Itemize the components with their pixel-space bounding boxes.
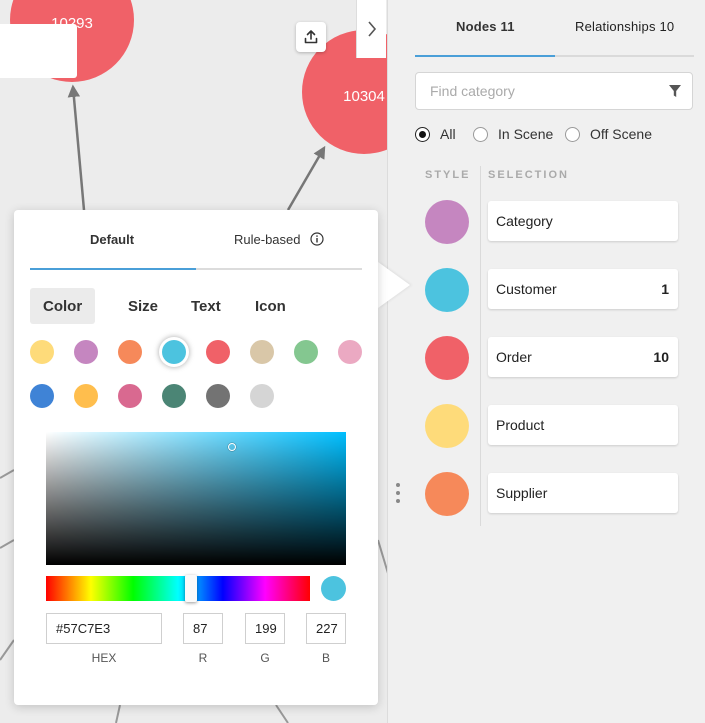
tab-rule-based[interactable]: Rule-based <box>234 232 324 247</box>
tab-label: Rule-based <box>234 232 301 247</box>
node-label: 10304 <box>343 88 385 105</box>
graph-edge[interactable] <box>275 704 289 723</box>
tab-size[interactable]: Size <box>115 288 171 324</box>
popover-arrow <box>378 262 410 308</box>
radio-checked-icon <box>415 126 430 142</box>
upload-icon <box>304 30 318 44</box>
blue-label: B <box>321 651 330 665</box>
radio-label: All <box>440 126 456 142</box>
active-tab-indicator <box>30 268 196 270</box>
export-button[interactable] <box>296 22 326 52</box>
filter-icon[interactable] <box>668 84 682 98</box>
panel-tabs: Nodes 11 Relationships 10 <box>415 0 694 57</box>
graph-edge[interactable] <box>115 704 121 723</box>
category-color-swatch[interactable] <box>425 472 469 516</box>
category-count: 10 <box>653 349 669 365</box>
saturation-value-picker[interactable] <box>46 432 346 565</box>
category-name: Category <box>496 213 553 229</box>
color-swatch[interactable] <box>338 340 362 364</box>
hex-label: HEX <box>91 651 117 665</box>
color-swatch[interactable] <box>294 340 318 364</box>
category-row: Category <box>388 200 705 244</box>
color-swatch[interactable] <box>250 340 274 364</box>
style-mode-tabs: Default Rule-based <box>30 210 362 270</box>
category-name: Order <box>496 349 532 365</box>
picker-cursor[interactable] <box>228 442 236 451</box>
graph-edge[interactable] <box>286 145 326 211</box>
panel-resize-handle[interactable] <box>396 483 402 507</box>
red-label: R <box>198 651 208 665</box>
category-count: 1 <box>661 281 669 297</box>
red-input[interactable] <box>183 613 223 644</box>
category-name: Supplier <box>496 485 548 501</box>
category-color-swatch[interactable] <box>425 404 469 448</box>
category-search <box>415 72 693 110</box>
color-swatch[interactable] <box>118 384 142 408</box>
color-swatch[interactable] <box>30 384 54 408</box>
graph-edge[interactable] <box>0 539 15 549</box>
radio-in-scene[interactable]: In Scene <box>473 126 553 142</box>
color-swatch[interactable] <box>250 384 274 408</box>
search-input[interactable] <box>416 73 656 109</box>
category-name: Product <box>496 417 545 433</box>
category-item[interactable]: Category <box>488 201 678 241</box>
category-row: Order 10 <box>388 336 705 380</box>
category-item[interactable]: Product <box>488 405 678 445</box>
color-swatch[interactable] <box>162 340 186 364</box>
green-input[interactable] <box>245 613 285 644</box>
tab-icon[interactable]: Icon <box>242 288 299 324</box>
category-panel: Nodes 11 Relationships 10 All In Scene O… <box>387 0 705 723</box>
color-swatch[interactable] <box>162 384 186 408</box>
radio-label: Off Scene <box>590 126 653 142</box>
hue-slider[interactable] <box>46 575 310 602</box>
color-swatch[interactable] <box>118 340 142 364</box>
radio-all[interactable]: All <box>415 126 456 142</box>
tab-text[interactable]: Text <box>178 288 234 324</box>
category-color-swatch[interactable] <box>425 268 469 312</box>
category-row: Supplier <box>388 472 705 516</box>
picker-black-gradient <box>46 432 346 565</box>
blue-input[interactable] <box>306 613 346 644</box>
category-row: Customer 1 <box>388 268 705 312</box>
color-swatch[interactable] <box>206 340 230 364</box>
hex-input[interactable] <box>46 613 162 644</box>
hue-slider-thumb[interactable] <box>185 575 198 602</box>
graph-edge[interactable] <box>67 84 86 211</box>
collapse-panel-button[interactable] <box>356 0 386 58</box>
category-color-swatch[interactable] <box>425 336 469 380</box>
style-popover: Default Rule-based Color Size Text Icon … <box>14 210 378 705</box>
category-item[interactable]: Customer 1 <box>488 269 678 309</box>
category-name: Customer <box>496 281 557 297</box>
tab-default[interactable]: Default <box>90 232 134 247</box>
info-icon[interactable] <box>310 232 324 246</box>
color-swatch[interactable] <box>74 384 98 408</box>
green-label: G <box>260 651 270 665</box>
color-preview <box>321 576 346 601</box>
category-color-swatch[interactable] <box>425 200 469 244</box>
style-column-header: STYLE <box>425 169 471 181</box>
selection-column-header: SELECTION <box>488 169 569 181</box>
style-property-tabs: Color Size Text Icon <box>30 288 362 324</box>
category-item[interactable]: Supplier <box>488 473 678 513</box>
radio-off-scene[interactable]: Off Scene <box>565 126 652 142</box>
tab-color[interactable]: Color <box>30 288 96 324</box>
node-info-card[interactable] <box>0 24 77 78</box>
category-row: Product <box>388 404 705 448</box>
graph-edge[interactable] <box>0 639 15 661</box>
tab-relationships[interactable]: Relationships 10 <box>575 19 674 34</box>
chevron-right-icon <box>367 21 376 37</box>
color-swatch[interactable] <box>74 340 98 364</box>
category-item[interactable]: Order 10 <box>488 337 678 377</box>
color-swatch[interactable] <box>206 384 230 408</box>
radio-unchecked-icon <box>473 126 488 142</box>
graph-edge[interactable] <box>377 539 387 580</box>
tab-nodes[interactable]: Nodes 11 <box>456 19 515 34</box>
radio-unchecked-icon <box>565 126 580 142</box>
scope-radio-group: All In Scene Off Scene <box>415 126 695 146</box>
radio-label: In Scene <box>498 126 554 142</box>
graph-edge[interactable] <box>0 469 15 479</box>
color-swatch[interactable] <box>30 340 54 364</box>
active-tab-indicator <box>415 55 555 57</box>
